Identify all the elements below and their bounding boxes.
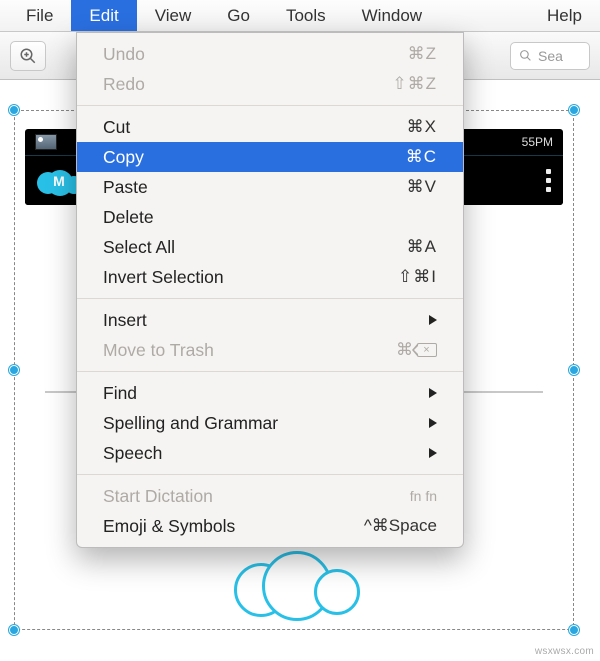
menu-window[interactable]: Window: [344, 0, 440, 31]
resize-handle[interactable]: [9, 105, 19, 115]
menu-file[interactable]: File: [8, 0, 71, 31]
submenu-arrow-icon: [429, 315, 437, 325]
resize-handle[interactable]: [569, 365, 579, 375]
menubar: File Edit View Go Tools Window Help: [0, 0, 600, 32]
menu-item-cut[interactable]: Cut ⌘X: [77, 112, 463, 142]
menu-item-emoji-symbols[interactable]: Emoji & Symbols ^⌘Space: [77, 511, 463, 541]
menu-item-speech[interactable]: Speech: [77, 438, 463, 468]
cloud-outline-icon: [234, 547, 354, 617]
resize-handle[interactable]: [569, 625, 579, 635]
search-input[interactable]: Sea: [510, 42, 590, 70]
edit-menu-dropdown: Undo ⌘Z Redo ⇧⌘Z Cut ⌘X Copy ⌘C Paste ⌘V…: [76, 32, 464, 548]
menu-item-invert-selection[interactable]: Invert Selection ⇧⌘I: [77, 262, 463, 292]
menu-item-start-dictation[interactable]: Start Dictation fn fn: [77, 481, 463, 511]
resize-handle[interactable]: [9, 625, 19, 635]
cloud-logo-icon: M: [37, 166, 81, 196]
delete-key-icon: ×: [417, 343, 437, 357]
search-placeholder: Sea: [538, 48, 563, 64]
menu-edit[interactable]: Edit: [71, 0, 136, 31]
menu-item-select-all[interactable]: Select All ⌘A: [77, 232, 463, 262]
status-time: 55PM: [522, 135, 553, 149]
menu-item-insert[interactable]: Insert: [77, 305, 463, 335]
search-icon: [519, 49, 532, 62]
zoom-in-button[interactable]: [10, 41, 46, 71]
menu-help[interactable]: Help: [529, 0, 600, 31]
menu-item-redo[interactable]: Redo ⇧⌘Z: [77, 69, 463, 99]
menu-item-spelling-grammar[interactable]: Spelling and Grammar: [77, 408, 463, 438]
menu-view[interactable]: View: [137, 0, 210, 31]
submenu-arrow-icon: [429, 418, 437, 428]
submenu-arrow-icon: [429, 388, 437, 398]
menu-item-paste[interactable]: Paste ⌘V: [77, 172, 463, 202]
picture-icon: [35, 134, 57, 150]
menu-tools[interactable]: Tools: [268, 0, 344, 31]
menu-item-find[interactable]: Find: [77, 378, 463, 408]
menu-go[interactable]: Go: [209, 0, 268, 31]
submenu-arrow-icon: [429, 448, 437, 458]
watermark: wsxwsx.com: [535, 646, 594, 657]
menu-item-undo[interactable]: Undo ⌘Z: [77, 39, 463, 69]
resize-handle[interactable]: [9, 365, 19, 375]
menu-item-move-to-trash[interactable]: Move to Trash ⌘×: [77, 335, 463, 365]
menu-item-copy[interactable]: Copy ⌘C: [77, 142, 463, 172]
kebab-menu-icon: [546, 169, 551, 192]
menu-item-delete[interactable]: Delete: [77, 202, 463, 232]
resize-handle[interactable]: [569, 105, 579, 115]
